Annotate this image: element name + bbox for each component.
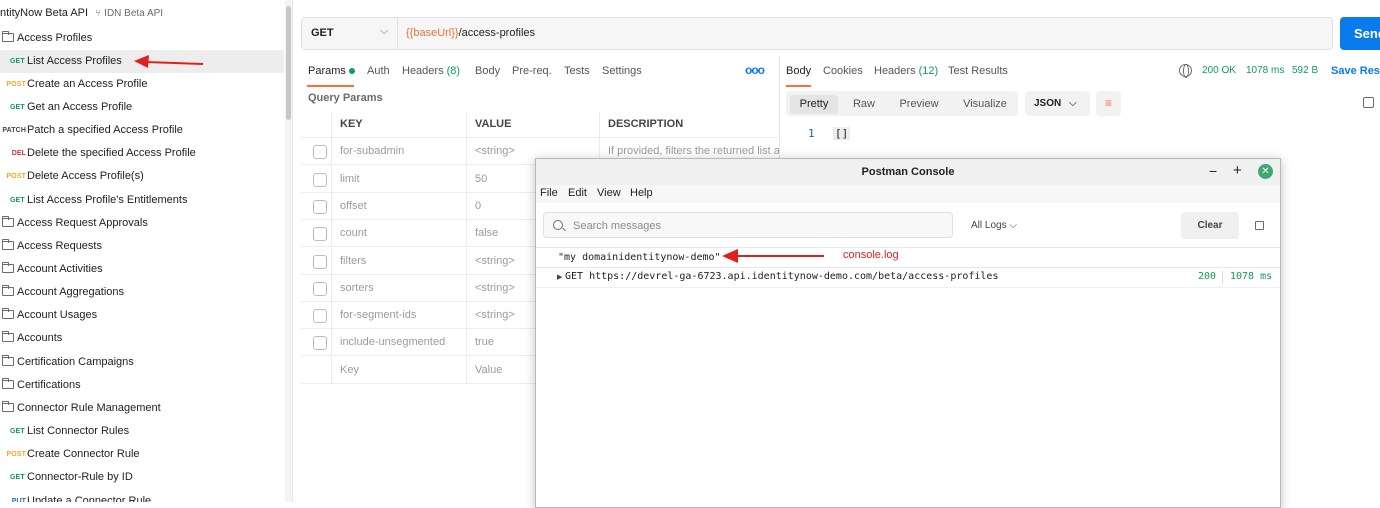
annotation-overlay <box>134 55 824 263</box>
annotation-arrow-sidebar <box>134 55 204 68</box>
annotation-arrow-console <box>722 249 824 263</box>
annotation-console-log-label: console.log <box>843 249 899 261</box>
